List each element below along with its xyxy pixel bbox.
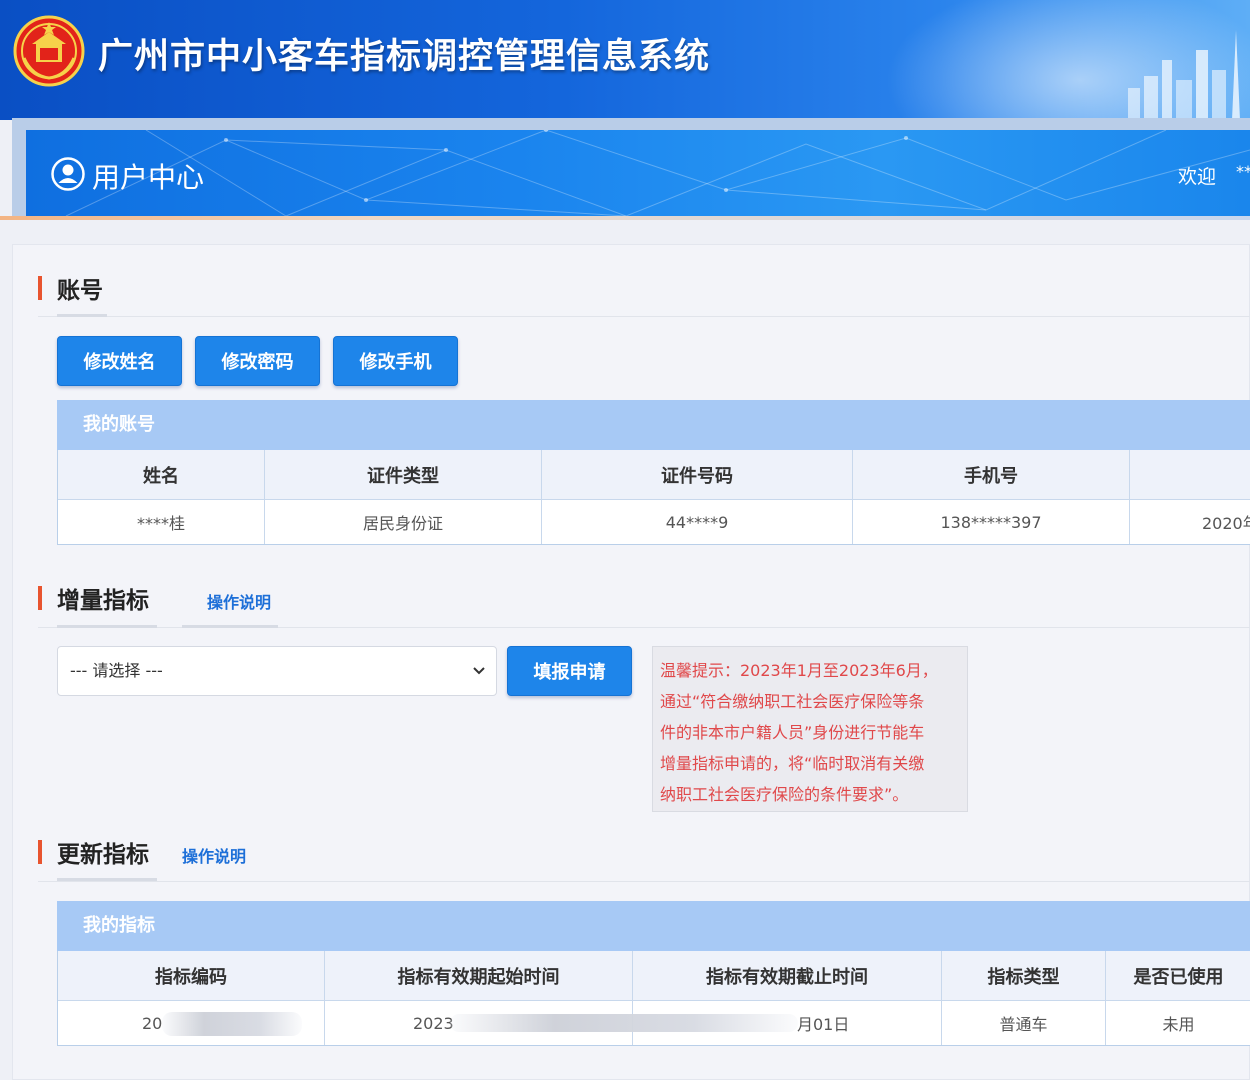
section-underline bbox=[182, 625, 278, 628]
renewal-section-title: 更新指标 bbox=[57, 842, 149, 868]
account-section-title: 账号 bbox=[57, 278, 103, 304]
table-cell: 普通车 bbox=[942, 1001, 1106, 1045]
increment-section-title: 增量指标 bbox=[57, 588, 149, 614]
national-emblem-icon bbox=[13, 15, 85, 87]
table-header-row: 姓名 证件类型 证件号码 手机号 bbox=[58, 450, 1250, 500]
table-cell: 2020年 bbox=[1130, 500, 1250, 544]
user-circle-icon bbox=[51, 157, 85, 191]
section-rule bbox=[38, 881, 1250, 882]
table-row: ****桂 居民身份证 44****9 138*****397 2020年 bbox=[58, 500, 1250, 544]
user-center-title: 用户中心 bbox=[92, 161, 205, 194]
table-cell: 44****9 bbox=[542, 500, 853, 544]
table-cell: 未用 bbox=[1106, 1001, 1250, 1045]
header-divider bbox=[0, 216, 1250, 220]
redaction-blur bbox=[450, 1014, 798, 1032]
account-table-caption: 我的账号 bbox=[57, 400, 1250, 450]
column-header: 姓名 bbox=[58, 450, 265, 500]
notice-line: 通过“符合缴纳职工社会医疗保险等条 bbox=[660, 692, 925, 711]
column-header: 证件号码 bbox=[542, 450, 853, 500]
column-header bbox=[1130, 450, 1250, 500]
welcome-username: ** bbox=[1236, 162, 1250, 181]
network-pattern-graphic bbox=[65, 130, 1250, 216]
indicator-type-select[interactable]: --- 请选择 --- bbox=[57, 646, 497, 696]
table-cell: ****桂 bbox=[58, 500, 265, 544]
renewal-help-link[interactable]: 操作说明 bbox=[182, 843, 246, 867]
table-cell: 138*****397 bbox=[853, 500, 1130, 544]
notice-line: 温馨提示：2023年1月至2023年6月， bbox=[660, 661, 938, 680]
city-skyline-graphic bbox=[1128, 30, 1240, 120]
section-underline bbox=[57, 878, 157, 881]
edit-password-button[interactable]: 修改密码 bbox=[195, 336, 320, 386]
site-banner: 广州市中小客车指标调控管理信息系统 bbox=[0, 0, 1250, 120]
column-header: 指标类型 bbox=[942, 951, 1106, 1001]
section-marker bbox=[38, 276, 42, 300]
welcome-text: 欢迎 bbox=[1178, 166, 1217, 188]
column-header: 指标编码 bbox=[58, 951, 325, 1001]
section-marker bbox=[38, 840, 42, 864]
column-header: 手机号 bbox=[853, 450, 1130, 500]
edit-name-button[interactable]: 修改姓名 bbox=[57, 336, 182, 386]
account-table: 姓名 证件类型 证件号码 手机号 ****桂 居民身份证 44****9 138… bbox=[57, 450, 1250, 545]
column-header: 指标有效期截止时间 bbox=[633, 951, 942, 1001]
notice-line: 纳职工社会医疗保险的条件要求”。 bbox=[660, 785, 909, 804]
notice-box: 温馨提示：2023年1月至2023年6月， 通过“符合缴纳职工社会医疗保险等条 … bbox=[652, 646, 968, 812]
column-header: 指标有效期起始时间 bbox=[325, 951, 633, 1001]
select-value: --- 请选择 --- bbox=[70, 661, 163, 680]
edit-phone-button[interactable]: 修改手机 bbox=[333, 336, 458, 386]
section-marker bbox=[38, 586, 42, 610]
column-header: 是否已使用 bbox=[1106, 951, 1250, 1001]
submit-application-button[interactable]: 填报申请 bbox=[507, 646, 632, 696]
column-header: 证件类型 bbox=[265, 450, 542, 500]
notice-line: 件的非本市户籍人员”身份进行节能车 bbox=[660, 723, 925, 742]
section-underline bbox=[57, 625, 157, 628]
table-cell: 居民身份证 bbox=[265, 500, 542, 544]
section-rule bbox=[38, 316, 1250, 317]
system-title: 广州市中小客车指标调控管理信息系统 bbox=[98, 37, 711, 77]
section-underline bbox=[57, 314, 107, 317]
indicator-table-caption: 我的指标 bbox=[57, 901, 1250, 951]
user-center-header bbox=[26, 130, 1250, 216]
redaction-blur bbox=[162, 1012, 302, 1036]
notice-line: 增量指标申请的，将“临时取消有关缴 bbox=[660, 754, 925, 773]
table-header-row: 指标编码 指标有效期起始时间 指标有效期截止时间 指标类型 是否已使用 bbox=[58, 951, 1250, 1001]
chevron-down-icon bbox=[473, 667, 485, 675]
increment-help-link[interactable]: 操作说明 bbox=[207, 589, 271, 613]
